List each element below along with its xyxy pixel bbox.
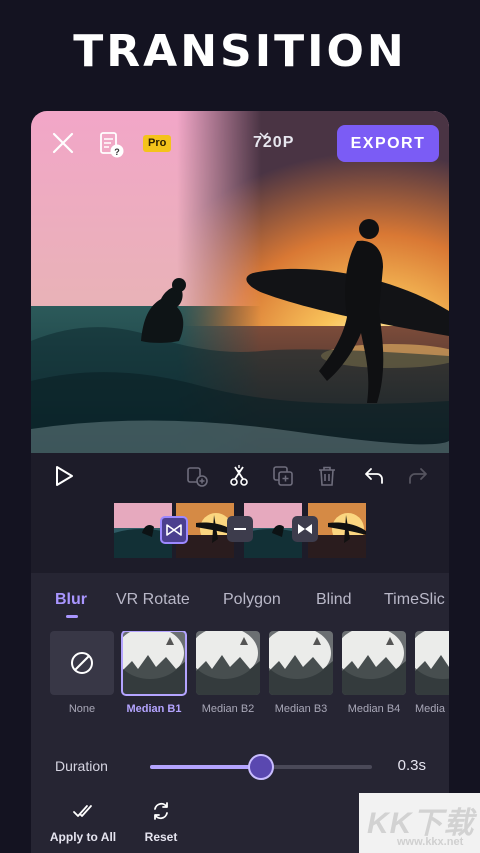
redo-icon[interactable] [406, 464, 430, 488]
transition-button[interactable] [292, 516, 318, 542]
apply-to-all-button[interactable]: Apply to All [49, 801, 117, 844]
effect-label: Median B3 [274, 703, 328, 715]
close-icon[interactable] [51, 131, 75, 155]
tab-vr-rotate[interactable]: VR Rotate [116, 591, 190, 609]
effect-none[interactable]: None [50, 631, 114, 715]
effect-label: None [68, 703, 96, 715]
reset-button[interactable]: Reset [137, 801, 185, 844]
effect-median-b4[interactable]: Median B4 [342, 631, 406, 715]
preview-topbar: ? Pro 720P EXPORT [31, 111, 449, 177]
export-button[interactable]: EXPORT [337, 125, 439, 162]
effect-median-b5[interactable]: Media [415, 631, 449, 715]
tab-blind[interactable]: Blind [316, 591, 352, 609]
undo-icon[interactable] [362, 464, 386, 488]
reset-label: Reset [144, 830, 178, 844]
slider-fill [150, 765, 261, 769]
effect-thumb [342, 631, 406, 695]
effect-thumb [121, 631, 187, 696]
duration-label: Duration [55, 758, 108, 774]
watermark-logo: KK下载 www.kkx.net [359, 793, 480, 853]
apply-to-all-label: Apply to All [49, 830, 117, 844]
effect-label: Median B1 [126, 703, 182, 715]
active-tab-indicator [66, 615, 78, 618]
play-icon[interactable] [52, 464, 76, 488]
duplicate-icon[interactable] [271, 464, 295, 488]
none-icon [71, 652, 93, 674]
none-thumb [50, 631, 114, 695]
duration-value: 0.3s [397, 757, 426, 774]
duration-slider[interactable] [150, 754, 372, 780]
effect-thumb [196, 631, 260, 695]
bowtie-transition-icon [166, 524, 182, 536]
effect-thumb [269, 631, 333, 695]
svg-text:?: ? [114, 147, 120, 157]
delete-icon[interactable] [315, 464, 339, 488]
video-preview[interactable]: ? Pro 720P EXPORT [31, 111, 449, 453]
bowtie-transition-icon [298, 524, 312, 534]
watermark-url: www.kkx.net [397, 836, 464, 848]
effect-median-b3[interactable]: Median B3 [269, 631, 333, 715]
add-clip-icon[interactable] [185, 464, 209, 488]
tab-blur[interactable]: Blur [55, 591, 87, 609]
reset-icon [154, 802, 168, 820]
transition-button[interactable] [227, 516, 253, 542]
effect-label: Media [415, 703, 445, 715]
effect-median-b1[interactable]: Median B1 [121, 631, 187, 715]
duration-control: Duration 0.3s [31, 743, 449, 789]
effect-label: Median B4 [347, 703, 401, 715]
tab-polygon[interactable]: Polygon [223, 591, 281, 609]
double-check-icon [73, 805, 92, 817]
effect-list: None Median B1 Median B2 Median B3 Media… [31, 631, 449, 731]
effect-label: Median B2 [201, 703, 255, 715]
transition-button-active[interactable] [160, 516, 188, 544]
split-icon[interactable] [227, 464, 251, 488]
resolution-select[interactable]: 720P [253, 132, 294, 154]
draft-help-icon[interactable]: ? [99, 131, 125, 159]
category-tabs: Blur VR Rotate Polygon Blind TimeSlic [31, 573, 449, 623]
banner-title: TRANSITION [73, 26, 407, 77]
dash-transition-icon [234, 528, 246, 530]
edit-toolbar [31, 453, 449, 499]
editor-screen: ? Pro 720P EXPORT Blur VR Rotate Polygon… [31, 111, 449, 853]
clip-timeline[interactable] [114, 503, 366, 558]
chevron-down-icon [259, 132, 269, 138]
pro-badge[interactable]: Pro [143, 135, 172, 152]
slider-thumb[interactable] [248, 754, 274, 780]
effect-median-b2[interactable]: Median B2 [196, 631, 260, 715]
effect-thumb [415, 631, 449, 695]
tab-timeslice[interactable]: TimeSlic [384, 591, 445, 609]
